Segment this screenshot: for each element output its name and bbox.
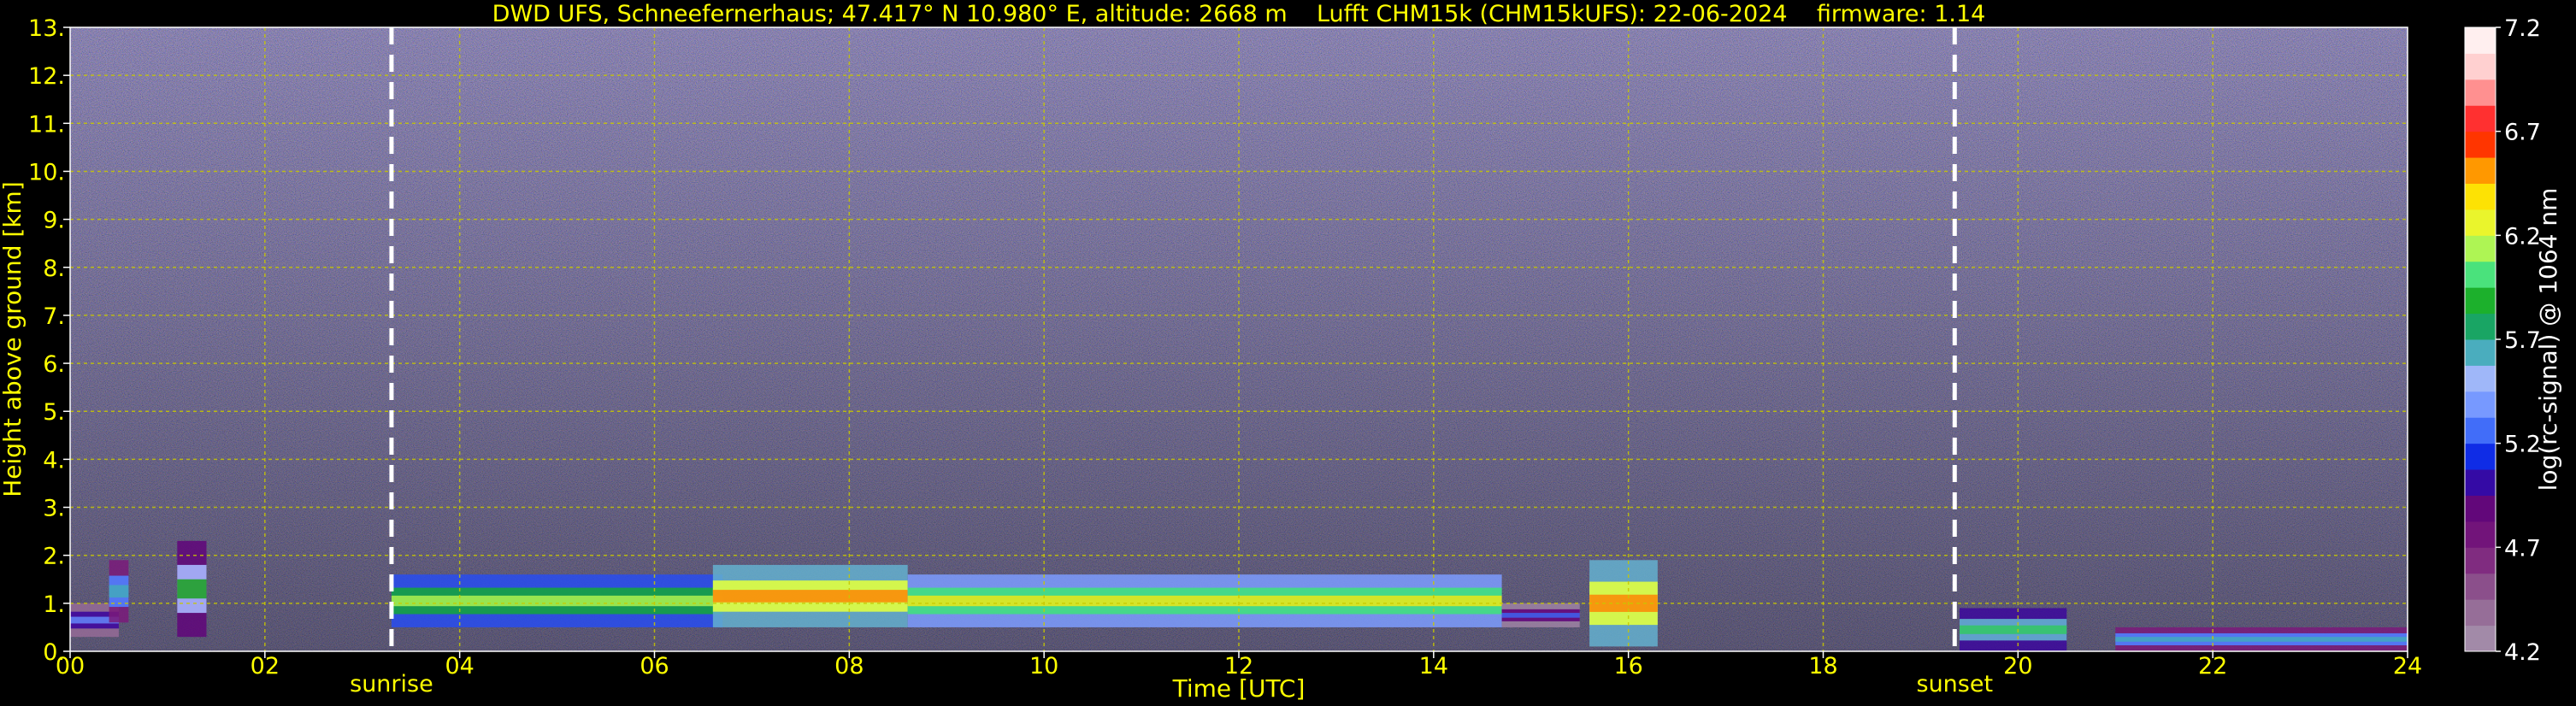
- x-tick-label: 08: [834, 653, 864, 680]
- colorbar-segment: [2465, 157, 2496, 184]
- sun-marker-label: sunrise: [350, 671, 433, 697]
- colorbar-segment: [2465, 443, 2496, 470]
- cloud-layer: [109, 560, 129, 623]
- cloud-layer: [1959, 608, 2067, 651]
- x-tick-label: 18: [1808, 653, 1837, 680]
- colorbar-segment: [2465, 547, 2496, 574]
- colorbar-segment: [2465, 79, 2496, 106]
- x-tick-label: 02: [251, 653, 280, 680]
- colorbar-segment: [2465, 261, 2496, 288]
- colorbar-label: log(rc-signal) @ 1064 nm: [2534, 188, 2562, 491]
- y-tick-label: 11.: [28, 111, 65, 138]
- colorbar-segment: [2465, 235, 2496, 262]
- y-tick-label: 10.: [28, 159, 65, 185]
- colorbar-segment: [2465, 183, 2496, 210]
- y-tick-label: 2.: [43, 544, 65, 570]
- colorbar-tick-label: 4.2: [2504, 639, 2541, 666]
- colorbar-segment: [2465, 105, 2496, 132]
- colorbar-segment: [2465, 391, 2496, 418]
- y-tick-label: 1.: [43, 591, 65, 618]
- colorbar-segment: [2465, 53, 2496, 80]
- cloud-layer: [2115, 627, 2408, 651]
- cloud-layer: [907, 574, 1502, 627]
- cloud-layer: [391, 574, 723, 627]
- y-tick-label: 5.: [43, 399, 65, 426]
- x-axis-label: Time [UTC]: [1172, 674, 1306, 703]
- sun-marker-label: sunset: [1917, 671, 1994, 697]
- colorbar-segment: [2465, 209, 2496, 236]
- colorbar-segment: [2465, 599, 2496, 627]
- colorbar-segment: [2465, 313, 2496, 340]
- y-tick-label: 3.: [43, 496, 65, 522]
- x-tick-label: 14: [1419, 653, 1448, 680]
- plot-fade: [70, 27, 2408, 651]
- cloud-layer: [1501, 603, 1580, 627]
- y-tick-label: 7.: [43, 303, 65, 330]
- colorbar-segment: [2465, 339, 2496, 366]
- colorbar: 4.24.75.25.76.26.77.2: [2464, 15, 2541, 666]
- y-tick-label: 6.: [43, 351, 65, 378]
- colorbar-segment: [2465, 365, 2496, 392]
- colorbar-segment: [2465, 417, 2496, 444]
- cloud-layer: [712, 564, 908, 627]
- y-tick-label: 8.: [43, 256, 65, 282]
- colorbar-segment: [2465, 287, 2496, 315]
- x-tick-label: 00: [56, 653, 85, 680]
- y-tick-label: 12.: [28, 63, 65, 90]
- colorbar-segment: [2465, 573, 2496, 600]
- y-tick-label: 9.: [43, 208, 65, 234]
- y-axis-label: Height above ground [km]: [0, 181, 27, 497]
- colorbar-tick-label: 7.2: [2504, 15, 2541, 42]
- y-tick-label: 13.: [28, 15, 65, 42]
- x-tick-label: 16: [1613, 653, 1642, 680]
- y-axis-ticks: 0.1.2.3.4.5.6.7.8.9.10.11.12.13.: [28, 15, 70, 666]
- x-tick-label: 10: [1029, 653, 1058, 680]
- colorbar-segment: [2465, 27, 2496, 54]
- colorbar-tick-label: 4.7: [2504, 535, 2541, 562]
- x-tick-label: 20: [2003, 653, 2032, 680]
- colorbar-segment: [2465, 521, 2496, 548]
- colorbar-segment: [2465, 495, 2496, 522]
- x-tick-label: 04: [445, 653, 474, 680]
- chart-title: DWD UFS, Schneefernerhaus; 47.417° N 10.…: [492, 1, 1986, 27]
- colorbar-tick-label: 6.7: [2504, 120, 2541, 146]
- colorbar-segment: [2465, 131, 2496, 158]
- x-tick-label: 06: [640, 653, 669, 680]
- y-tick-label: 4.: [43, 447, 65, 474]
- colorbar-segment: [2465, 469, 2496, 496]
- x-tick-label: 22: [2198, 653, 2227, 680]
- ceilometer-chart: sunrise sunset 0.1.2.3.4.5.6.7.8.9.10.11.…: [0, 1, 2562, 703]
- colorbar-segment: [2465, 625, 2496, 652]
- x-tick-label: 24: [2393, 653, 2422, 680]
